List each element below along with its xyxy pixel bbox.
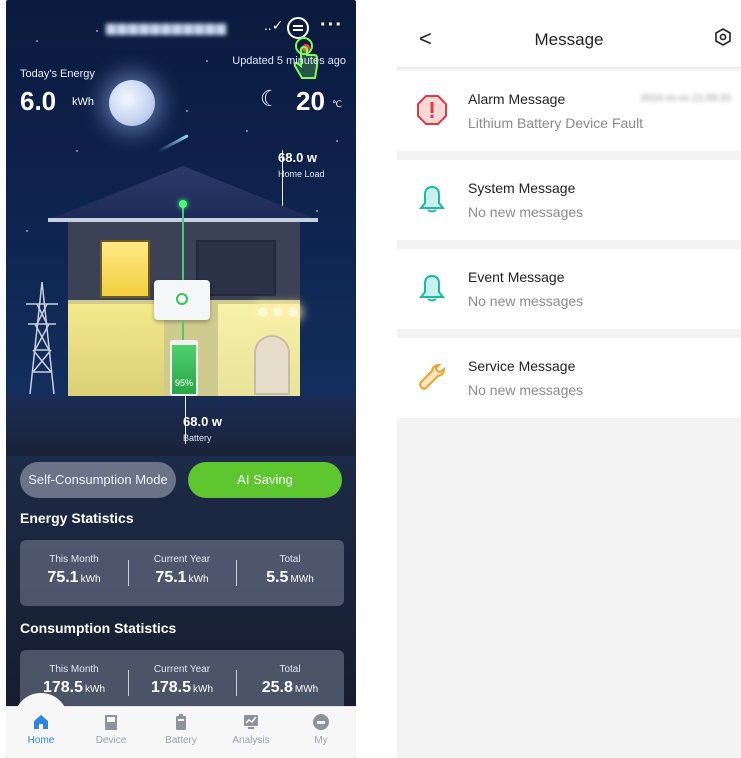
home-screen: ▆▆▆▆▆▆▆▆▆▆▆ ..✓ ··· Updated 5 minutes ag… [6,0,356,758]
stat-unit: kWh [85,684,106,695]
today-energy-value: 6.0 [20,86,57,116]
nav-label: Analysis [232,735,270,746]
inverter-status-icon [176,293,188,305]
room-left [68,304,164,398]
battery-device[interactable]: 95% [170,340,198,396]
bottom-navigation: Home Device Battery Analysis My [6,693,356,758]
message-summary: No new messages [468,293,584,309]
room-arch [254,335,290,395]
message-row-service[interactable]: Service Message No new messages [397,338,741,418]
home-load-label: Home Load [278,169,325,179]
stat-label: Current Year [153,664,211,675]
home-icon [34,715,48,729]
message-summary: No new messages [468,382,584,398]
message-name: Event Message [468,269,565,285]
stat-value: 25.8 [261,679,293,696]
stat-unit: kWh [80,574,101,585]
temperature-unit: ℃ [332,99,343,109]
self-consumption-mode-button[interactable]: Self-Consumption Mode [20,462,176,498]
stat-cell: This Month 75.1 kWh [20,540,128,606]
ground [6,396,356,456]
nav-item-battery[interactable]: Battery [146,707,216,758]
stat-unit: kWh [188,574,209,585]
nav-item-device[interactable]: Device [76,707,146,758]
user-icon [313,714,329,730]
stat-value: 5.5 [266,569,289,586]
today-energy-unit: kWh [72,96,94,108]
consumption-statistics-title: Consumption Statistics [20,620,177,636]
battery-power-label: Battery [183,433,212,443]
lamp-icon [273,307,283,317]
stat-value: 75.1 [155,569,187,586]
message-name: Service Message [468,358,576,374]
energy-statistics-title: Energy Statistics [20,510,134,526]
power-flow-line [182,200,184,280]
stat-cell: Total 5.5 MWh [236,540,344,606]
message-screen: < Message Alarm Message Lithium Battery … [397,0,741,758]
message-name: Alarm Message [468,91,566,107]
home-load-value: 68.0 w [278,150,318,165]
message-row-system[interactable]: System Message No new messages [397,160,741,240]
stat-label: This Month [49,664,99,675]
bell-icon [418,274,446,302]
page-title: Message [534,30,604,49]
message-summary: No new messages [468,204,584,220]
battery-percent: 95% [174,378,193,388]
nav-label: My [314,735,328,746]
message-row-event[interactable]: Event Message No new messages [397,249,741,329]
message-row-alarm[interactable]: Alarm Message Lithium Battery Device Fau… [397,71,741,151]
more-button[interactable]: ··· [320,14,343,37]
lamp-icon [258,307,268,317]
nav-label: Device [95,735,127,746]
settings-icon[interactable] [714,28,732,46]
stat-value: 75.1 [47,569,79,586]
stat-unit: MWh [290,574,314,585]
battery-icon [176,714,186,730]
analysis-icon [244,715,258,729]
stat-label: This Month [49,554,99,565]
moon-illustration [109,80,155,126]
device-icon [105,715,117,730]
lamp-icon [288,307,298,317]
nav-label: Home [27,735,55,746]
temperature-value: 20 [296,86,325,116]
bell-icon [418,185,446,213]
nav-label: Battery [165,735,197,746]
today-energy-label: Today's Energy [20,68,95,80]
updated-time: Updated 5 minutes ago [232,55,346,67]
nav-item-my[interactable]: My [286,707,356,758]
message-header: < Message [397,0,741,68]
power-tower-icon [24,280,60,396]
stat-unit: kWh [193,684,214,695]
message-name: System Message [468,180,576,196]
nav-item-analysis[interactable]: Analysis [216,707,286,758]
moon-icon: ☾ [260,86,280,111]
house-window-lit [100,240,150,298]
message-time: 2024-xx-xx 21:09:10 [640,93,731,104]
battery-power-value: 68.0 w [183,414,223,429]
meteor-illustration [157,134,189,153]
wrench-icon [419,363,446,390]
stat-cell: Current Year 75.1 kWh [128,540,236,606]
ai-saving-button[interactable]: AI Saving [188,462,342,498]
stat-label: Total [279,664,301,675]
energy-statistics-card[interactable]: This Month 75.1 kWh Current Year 75.1 kWh … [20,540,344,606]
power-flow-dot [179,200,187,208]
alarm-icon [417,95,447,125]
site-selector-chevron[interactable]: ..✓ [264,17,284,34]
battery-flow-line [182,320,184,340]
nav-item-home[interactable]: Home [6,707,76,758]
site-name[interactable]: ▆▆▆▆▆▆▆▆▆▆▆ [106,20,256,35]
stat-label: Current Year [153,554,211,565]
stat-unit: MWh [294,684,319,695]
message-summary: Lithium Battery Device Fault [468,115,644,131]
stat-value: 178.5 [150,679,192,696]
stat-label: Total [279,554,301,565]
inverter-device[interactable] [154,280,210,320]
